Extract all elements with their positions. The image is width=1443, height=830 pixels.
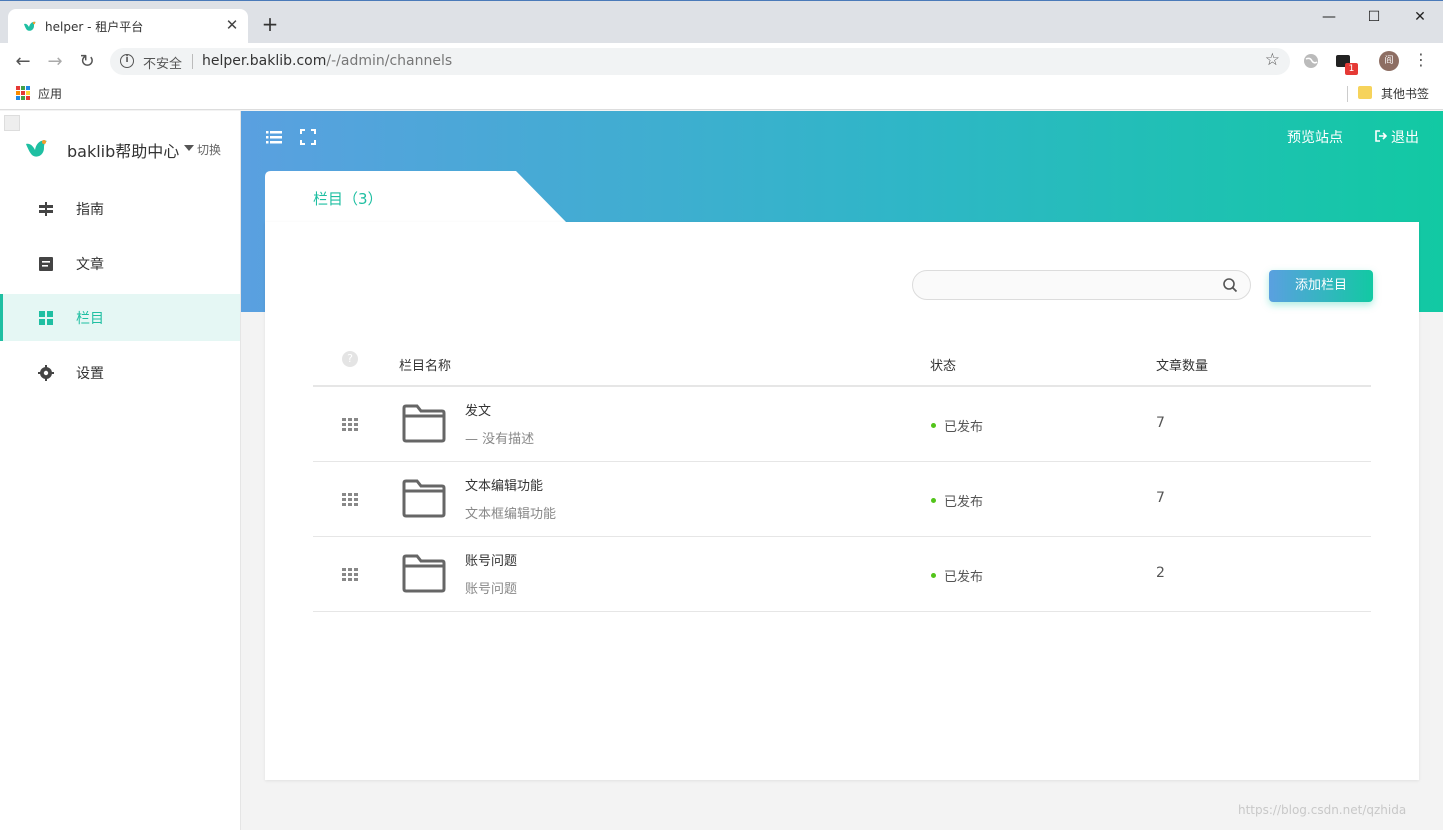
add-channel-button[interactable]: 添加栏目: [1269, 270, 1373, 302]
folder-icon: [402, 554, 446, 593]
extension-badge: 1: [1345, 63, 1358, 75]
profile-avatar[interactable]: 阎: [1379, 51, 1399, 71]
preview-site-link[interactable]: 预览站点: [1287, 127, 1343, 147]
table-header: ? 栏目名称 状态 文章数量: [313, 343, 1371, 387]
bookmark-apps[interactable]: 应用: [38, 85, 62, 102]
article-count: 7: [1156, 415, 1165, 431]
grid-icon: [39, 311, 53, 325]
status-dot: [931, 498, 936, 503]
bookmark-other[interactable]: 其他书签: [1381, 85, 1429, 102]
signpost-icon: [39, 202, 53, 216]
bird-favicon-icon: [24, 21, 36, 31]
app-root: baklib帮助中心 切换 指南 文章 栏目 设置 预览站点 退出 栏目（3） …: [0, 111, 1443, 830]
logout-link[interactable]: 退出: [1391, 127, 1419, 147]
status-dot: [931, 573, 936, 578]
page-title: 栏目（3）: [313, 190, 383, 208]
sidebar-item-label: 设置: [76, 365, 104, 382]
url-path: /-/admin/channels: [326, 53, 453, 69]
article-count: 2: [1156, 565, 1165, 581]
table-row[interactable]: 发文 — 没有描述 已发布 7: [313, 387, 1371, 462]
sidebar-item-guide[interactable]: 指南: [0, 185, 240, 232]
channel-name[interactable]: 账号问题: [465, 550, 517, 569]
status-dot: [931, 423, 936, 428]
tab-title: helper - 租户平台: [45, 20, 144, 34]
channel-description: — 没有描述: [465, 432, 535, 447]
bird-logo-icon: [26, 140, 47, 157]
bookmark-star-icon[interactable]: ☆: [1265, 50, 1280, 70]
security-label: 不安全: [143, 57, 183, 72]
status-badge: 已发布: [944, 570, 984, 585]
channel-description: 账号问题: [465, 582, 518, 597]
sidebar-item-settings[interactable]: 设置: [0, 349, 240, 396]
browser-menu-icon[interactable]: ⋮: [1413, 50, 1429, 69]
table-row[interactable]: 文本编辑功能 文本框编辑功能 已发布 7: [313, 462, 1371, 537]
drag-handle-icon[interactable]: [342, 493, 358, 506]
sidebar-item-label: 栏目: [76, 311, 104, 327]
bookmarks-bar: 应用 其他书签: [0, 80, 1443, 110]
sidebar-item-label: 文章: [76, 256, 104, 273]
column-status: 状态: [930, 359, 957, 374]
article-count: 7: [1156, 490, 1165, 506]
table-row[interactable]: 账号问题 账号问题 已发布 2: [313, 537, 1371, 612]
new-tab-button[interactable]: +: [258, 13, 282, 37]
folder-icon: [402, 479, 446, 518]
watermark: https://blog.csdn.net/qzhida: [1238, 803, 1407, 817]
status-badge: 已发布: [944, 420, 984, 435]
address-bar[interactable]: i 不安全 helper.baklib.com/-/admin/channels…: [110, 48, 1290, 75]
channel-description: 文本框编辑功能: [465, 507, 557, 522]
gear-icon: [38, 364, 54, 381]
sidebar-item-label: 指南: [76, 202, 104, 218]
caret-down-icon[interactable]: [184, 145, 194, 151]
globe-extension-icon[interactable]: [1302, 52, 1320, 70]
forward-arrow-icon[interactable]: →: [42, 49, 68, 75]
sidebar-item-channels[interactable]: 栏目: [0, 294, 240, 341]
browser-tab-strip: helper - 租户平台 ✕ + — ☐ ✕: [0, 0, 1443, 44]
folder-icon: [1358, 86, 1372, 99]
address-separator: [192, 54, 193, 69]
drag-handle-icon[interactable]: [342, 568, 358, 581]
minimize-icon[interactable]: —: [1306, 5, 1352, 29]
logout-icon: [1375, 130, 1387, 142]
article-icon: [39, 256, 53, 271]
list-menu-icon[interactable]: [265, 128, 283, 146]
column-count: 文章数量: [1156, 359, 1209, 374]
sidebar-item-articles[interactable]: 文章: [0, 240, 240, 287]
maximize-icon[interactable]: ☐: [1351, 5, 1397, 29]
url-text[interactable]: helper.baklib.com/-/admin/channels: [202, 53, 452, 69]
drag-handle-icon[interactable]: [342, 418, 358, 431]
browser-tab[interactable]: helper - 租户平台 ✕: [8, 9, 248, 44]
folder-icon: [402, 404, 446, 443]
tab-close-icon[interactable]: ✕: [222, 15, 242, 35]
back-arrow-icon[interactable]: ←: [10, 49, 36, 75]
sidebar-menu: 指南 文章 栏目 设置: [0, 185, 240, 403]
url-host: helper.baklib.com: [202, 53, 327, 69]
search-input[interactable]: [912, 270, 1251, 300]
search-icon[interactable]: [1222, 277, 1238, 293]
channel-name[interactable]: 发文: [465, 400, 491, 419]
window-close-icon[interactable]: ✕: [1397, 5, 1443, 29]
help-icon[interactable]: ?: [342, 351, 358, 367]
apps-grid-icon[interactable]: [16, 86, 30, 100]
brand-name[interactable]: baklib帮助中心: [67, 138, 179, 162]
info-icon[interactable]: i: [120, 54, 134, 68]
sidebar: baklib帮助中心 切换 指南 文章 栏目 设置: [0, 111, 241, 830]
status-badge: 已发布: [944, 495, 984, 510]
collapse-stub: [4, 115, 20, 131]
card-tab-shape: [265, 171, 567, 223]
switch-site-link[interactable]: 切换: [197, 141, 221, 158]
reload-icon[interactable]: ↻: [74, 49, 100, 75]
column-name: 栏目名称: [399, 359, 452, 374]
channel-name[interactable]: 文本编辑功能: [465, 475, 543, 494]
fullscreen-icon[interactable]: [299, 128, 317, 146]
browser-toolbar: ← → ↻ i 不安全 helper.baklib.com/-/admin/ch…: [0, 43, 1443, 80]
bookmark-separator: [1347, 86, 1348, 102]
